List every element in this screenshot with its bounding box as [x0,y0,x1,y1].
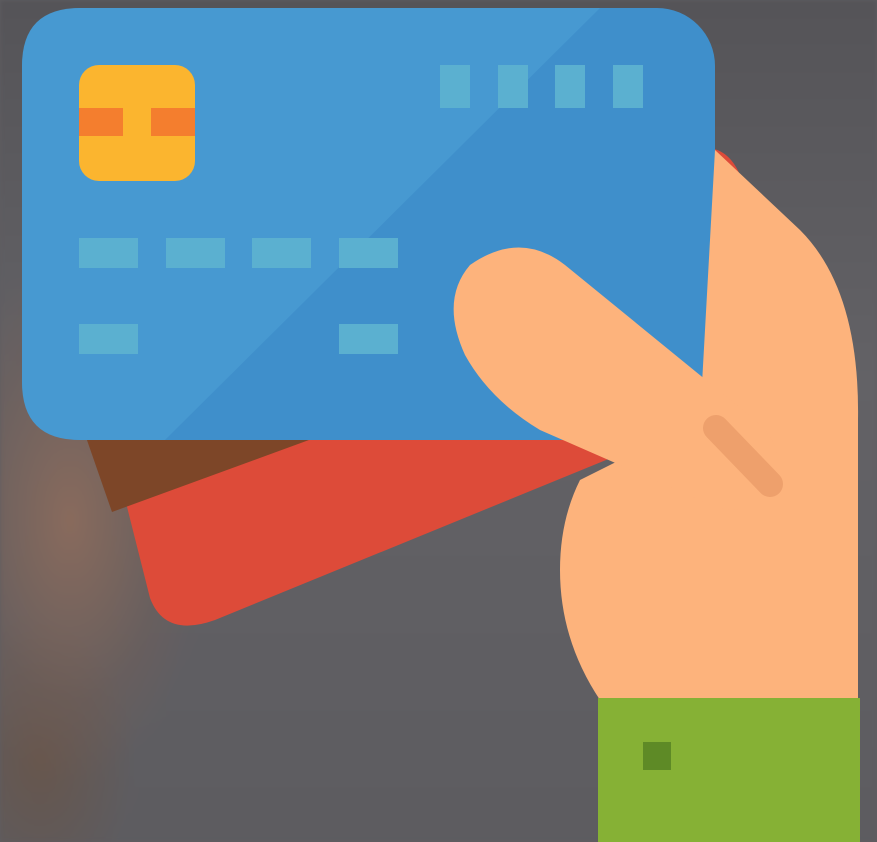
payment-illustration-scene [0,0,877,842]
sleeve [598,698,860,842]
sleeve-button-icon [643,742,671,770]
card-chip-icon [79,65,195,181]
sleeve-cuff [598,698,860,842]
hand-holding-cards-illustration [22,8,860,842]
